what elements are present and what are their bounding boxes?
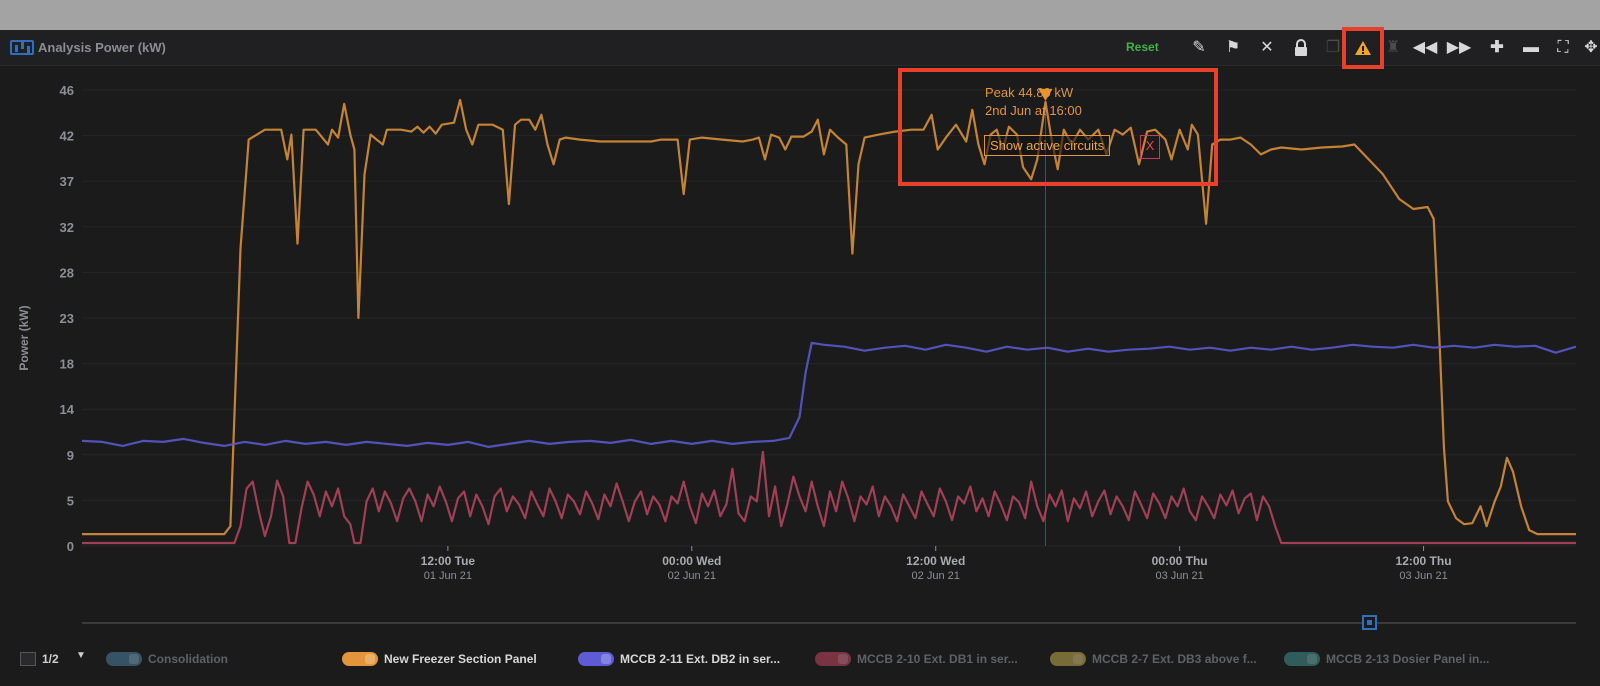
legend-swatch: [578, 652, 614, 666]
legend-page-number: 1/2: [42, 652, 59, 666]
legend-swatch: [106, 652, 142, 666]
y-tick-label: 28: [60, 265, 74, 280]
reset-button[interactable]: Reset: [1126, 40, 1159, 54]
legend-item[interactable]: New Freezer Section Panel: [342, 648, 537, 670]
series-lines: [81, 98, 1577, 545]
y-tick-label: 23: [60, 311, 74, 326]
x-tick-sublabel: 02 Jun 21: [912, 570, 960, 582]
pencil-icon[interactable]: ✎: [1186, 36, 1212, 60]
x-tick-sublabel: 03 Jun 21: [1399, 570, 1447, 582]
x-tick-label: 12:00 Tue: [421, 554, 476, 568]
peak-tool-highlight: [1342, 27, 1384, 69]
peak-value-text: Peak 44.80 kW: [985, 85, 1074, 100]
legend-swatch: [1284, 652, 1320, 666]
legend-label: New Freezer Section Panel: [384, 652, 537, 666]
legend-item[interactable]: MCCB 2-7 Ext. DB3 above f...: [1050, 648, 1257, 670]
legend-label: Consolidation: [148, 652, 228, 666]
legend-item[interactable]: MCCB 2-10 Ext. DB1 in ser...: [815, 648, 1018, 670]
y-tick-label: 42: [60, 129, 74, 144]
chevron-down-icon[interactable]: ▼: [76, 650, 86, 661]
lock-icon[interactable]: [1288, 36, 1314, 60]
grid-lines: [82, 89, 1576, 547]
y-tick-label: 32: [60, 220, 74, 235]
legend-label: MCCB 2-13 Dosier Panel in...: [1326, 652, 1490, 666]
legend-page-box: [20, 652, 36, 666]
x-tick-sublabel: 03 Jun 21: [1155, 570, 1203, 582]
legend: 1/2 ▼ Consolidation New Freezer Section …: [0, 648, 1600, 676]
peak-tooltip: Peak 44.80 kW 2nd Jun at 16:00: [985, 84, 1082, 120]
power-chart[interactable]: 0 5 9 14 18 23 28 32 37 42 46 12:00 Tue 01 Jun 21 00…: [0, 66, 1600, 626]
flag-icon[interactable]: ⚑: [1220, 36, 1246, 60]
top-strip: [0, 0, 1600, 30]
tooltip-close-button[interactable]: X: [1140, 135, 1160, 159]
legend-swatch: [1050, 652, 1086, 666]
x-tick-label: 12:00 Thu: [1396, 554, 1452, 568]
legend-label: MCCB 2-10 Ext. DB1 in ser...: [857, 652, 1018, 666]
chart-bars-icon: [10, 40, 34, 55]
y-tick-label: 46: [60, 83, 74, 98]
x-tick-label: 12:00 Wed: [906, 554, 965, 568]
y-tick-label: 5: [67, 493, 74, 508]
legend-item[interactable]: MCCB 2-13 Dosier Panel in...: [1284, 648, 1489, 670]
x-tick-label: 00:00 Thu: [1152, 554, 1208, 568]
y-axis-ticks: 0 5 9 14 18 23 28 32 37 42 46: [60, 83, 75, 554]
show-active-circuits-button[interactable]: Show active circuits: [984, 135, 1111, 156]
rewind-icon[interactable]: ◀◀: [1412, 36, 1438, 60]
fullscreen-icon[interactable]: ⛶: [1550, 36, 1576, 60]
legend-swatch: [342, 652, 378, 666]
y-tick-label: 37: [60, 174, 74, 189]
series-line: [82, 98, 1576, 536]
fast-forward-icon[interactable]: ▶▶: [1446, 36, 1472, 60]
y-tick-label: 14: [60, 402, 75, 417]
legend-swatch: [815, 652, 851, 666]
series-line: [82, 450, 1576, 545]
series-line: [81, 341, 1577, 448]
peak-time-text: 2nd Jun at 16:00: [985, 103, 1082, 118]
time-scrollbar[interactable]: [82, 622, 1576, 624]
legend-label: MCCB 2-11 Ext. DB2 in ser...: [620, 652, 781, 666]
panel-title: Analysis Power (kW): [38, 40, 166, 55]
x-tick-label: 00:00 Wed: [662, 554, 721, 568]
zoom-in-icon[interactable]: ✚: [1484, 36, 1510, 60]
y-tick-label: 0: [67, 539, 74, 554]
crossed-arrows-icon[interactable]: ✕: [1254, 36, 1280, 60]
y-tick-label: 9: [67, 448, 74, 463]
pan-icon[interactable]: ✥: [1578, 36, 1600, 60]
x-axis-ticks: 12:00 Tue 01 Jun 21 00:00 Wed 02 Jun 21 12:0…: [421, 546, 1452, 582]
scrollbar-handle[interactable]: [1362, 615, 1377, 630]
y-axis-label: Power (kW): [17, 305, 31, 370]
x-tick-sublabel: 02 Jun 21: [668, 570, 716, 582]
legend-label: MCCB 2-7 Ext. DB3 above f...: [1092, 652, 1257, 666]
legend-item[interactable]: Consolidation: [106, 648, 228, 670]
zoom-out-icon[interactable]: ▬: [1518, 36, 1544, 60]
y-tick-label: 18: [60, 357, 74, 372]
legend-item[interactable]: MCCB 2-11 Ext. DB2 in ser...: [578, 648, 780, 670]
x-tick-sublabel: 01 Jun 21: [424, 570, 472, 582]
